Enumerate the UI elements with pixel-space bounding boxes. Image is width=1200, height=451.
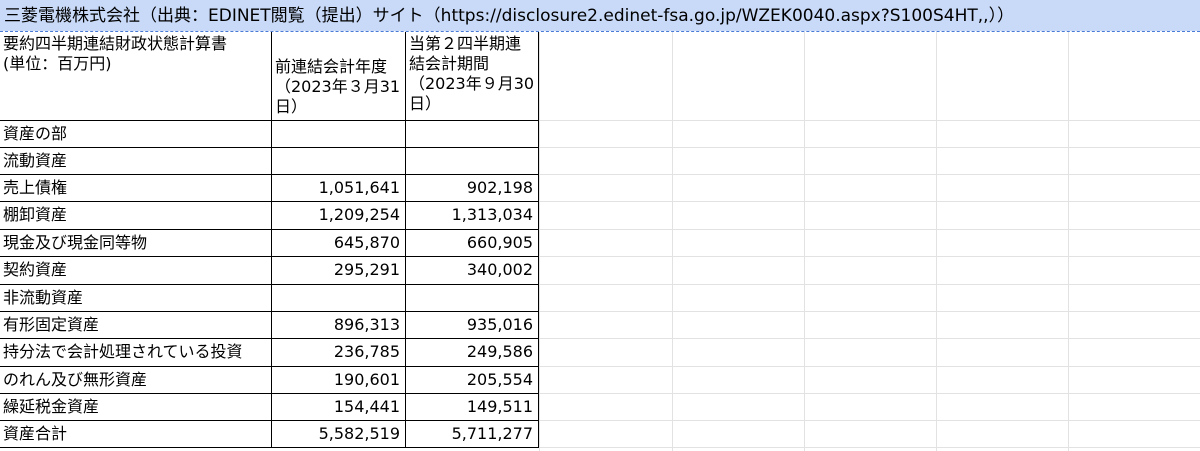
grid-line (540, 201, 1200, 202)
header-cell-current-period[interactable]: 当第２四半期連結会計期間（2023年９月30日） (406, 32, 539, 121)
table-cell-prev[interactable]: 1,209,254 (272, 202, 406, 230)
table-cell-curr[interactable]: 205,554 (406, 367, 539, 394)
grid-line (540, 447, 1200, 448)
table-row-label[interactable]: 資産の部 (0, 121, 272, 148)
header-cell-item[interactable]: 要約四半期連結財政状態計算書 (単位：百万円) (0, 32, 272, 121)
title-cell[interactable]: 三菱電機株式会社（出典：EDINET閲覧（提出）サイト（https://disc… (0, 0, 1200, 31)
grid-line (672, 32, 673, 451)
grid-line (540, 393, 1200, 394)
table-cell-prev[interactable]: 5,582,519 (272, 421, 406, 448)
table-cell-curr[interactable]: 249,586 (406, 339, 539, 367)
table-cell-prev[interactable]: 1,051,641 (272, 175, 406, 202)
grid-line (540, 147, 1200, 148)
table-cell-curr[interactable] (406, 148, 539, 175)
table-cell-curr[interactable]: 935,016 (406, 312, 539, 339)
grid-line (540, 174, 1200, 175)
table-row-label[interactable]: のれん及び無形資産 (0, 367, 272, 394)
table-row-label[interactable]: 棚卸資産 (0, 202, 272, 230)
table-cell-prev[interactable]: 896,313 (272, 312, 406, 339)
table-cell-curr[interactable]: 340,002 (406, 257, 539, 285)
table-row-label[interactable]: 流動資産 (0, 148, 272, 175)
header-title: 要約四半期連結財政状態計算書 (3, 34, 228, 53)
table-cell-prev[interactable]: 190,601 (272, 367, 406, 394)
grid-line (540, 338, 1200, 339)
grid-line (540, 120, 1200, 121)
table-cell-curr[interactable] (406, 121, 539, 148)
table-row-label[interactable]: 有形固定資産 (0, 312, 272, 339)
grid-line (539, 32, 540, 451)
grid-line (1068, 32, 1069, 451)
table-cell-prev[interactable] (272, 285, 406, 312)
header-unit: (単位：百万円) (3, 54, 112, 73)
table-cell-curr[interactable]: 660,905 (406, 230, 539, 257)
grid-line (540, 284, 1200, 285)
table-row-label[interactable]: 持分法で会計処理されている投資 (0, 339, 272, 367)
table-cell-prev[interactable] (272, 121, 406, 148)
grid-line (936, 32, 937, 451)
table-row-label[interactable]: 非流動資産 (0, 285, 272, 312)
grid-line (540, 311, 1200, 312)
table-cell-curr[interactable]: 902,198 (406, 175, 539, 202)
table-cell-prev[interactable]: 645,870 (272, 230, 406, 257)
table-cell-curr[interactable]: 149,511 (406, 394, 539, 421)
grid-line (540, 256, 1200, 257)
header-current-period-label: 当第２四半期連結会計期間（2023年９月30日） (409, 34, 535, 113)
table-cell-curr[interactable]: 1,313,034 (406, 202, 539, 230)
table-cell-curr[interactable]: 5,711,277 (406, 421, 539, 448)
grid-line (540, 420, 1200, 421)
header-prior-year-label: 前連結会計年度（2023年３月31日） (275, 57, 401, 116)
table-row-label[interactable]: 契約資産 (0, 257, 272, 285)
table-row-label[interactable]: 売上債権 (0, 175, 272, 202)
sheet-title: 三菱電機株式会社（出典：EDINET閲覧（提出）サイト（https://disc… (4, 6, 1015, 26)
table-cell-prev[interactable] (272, 148, 406, 175)
grid-line (540, 229, 1200, 230)
table-row-label[interactable]: 現金及び現金同等物 (0, 230, 272, 257)
spreadsheet: 三菱電機株式会社（出典：EDINET閲覧（提出）サイト（https://disc… (0, 0, 1200, 451)
table-cell-prev[interactable]: 295,291 (272, 257, 406, 285)
table-cell-curr[interactable] (406, 285, 539, 312)
grid-line (804, 32, 805, 451)
table-cell-prev[interactable]: 236,785 (272, 339, 406, 367)
table-cell-prev[interactable]: 154,441 (272, 394, 406, 421)
header-cell-prior-year[interactable]: 前連結会計年度（2023年３月31日） (272, 32, 406, 121)
table-row-label[interactable]: 資産合計 (0, 421, 272, 448)
grid-line (540, 366, 1200, 367)
table-row-label[interactable]: 繰延税金資産 (0, 394, 272, 421)
